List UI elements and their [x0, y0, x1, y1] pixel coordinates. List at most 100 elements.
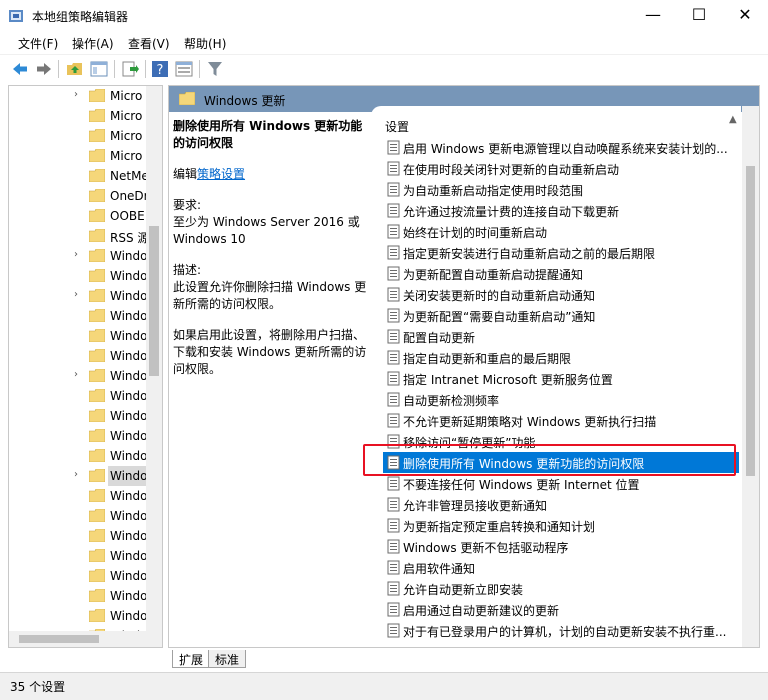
- policy-setting-label: 为更新指定预定重启转换和通知计划: [403, 520, 596, 534]
- up-folder-icon[interactable]: [65, 59, 85, 79]
- settings-scrollbar-thumb[interactable]: [746, 166, 755, 476]
- policy-setting-row[interactable]: 始终在计划的时间重新启动: [383, 221, 739, 242]
- tree-item-label: Windo: [110, 609, 148, 623]
- policy-setting-row[interactable]: 允许非管理员接收更新通知: [383, 494, 739, 515]
- tree-item-label: Micro: [110, 129, 143, 143]
- folder-icon: [89, 169, 105, 182]
- tree-item[interactable]: Windo: [9, 426, 149, 446]
- back-icon[interactable]: [10, 59, 30, 79]
- forward-icon[interactable]: [34, 59, 54, 79]
- tree-item[interactable]: Windo: [9, 406, 149, 426]
- policy-setting-row[interactable]: 为自动重新启动指定使用时段范围: [383, 179, 739, 200]
- tab-standard[interactable]: 标准: [208, 650, 247, 668]
- tree-pane[interactable]: › Micro Micro Micro Micro NetMe OneDr OOBE RSS 源…: [8, 85, 163, 648]
- menu-action[interactable]: 操作(A): [72, 35, 114, 52]
- expand-arrow-icon[interactable]: ›: [74, 369, 78, 380]
- toolbar-separator: [58, 60, 59, 78]
- folder-icon: [89, 129, 105, 142]
- tree-item[interactable]: Windo: [9, 446, 149, 466]
- tree-item[interactable]: Windo: [9, 526, 149, 546]
- policy-settings-link[interactable]: 策略设置: [197, 167, 245, 181]
- tree-item[interactable]: NetMe: [9, 166, 149, 186]
- tree-item[interactable]: Windo: [9, 346, 149, 366]
- filter-icon[interactable]: [205, 59, 225, 79]
- expand-arrow-icon[interactable]: ›: [74, 89, 78, 100]
- policy-setting-label: 为自动重新启动指定使用时段范围: [403, 184, 584, 198]
- tree-item[interactable]: Windo: [9, 386, 149, 406]
- details-pane: Windows 更新 删除使用所有 Windows 更新功能的访问权限 编辑策略…: [168, 85, 760, 648]
- policy-setting-row[interactable]: 指定自动更新和重启的最后期限: [383, 347, 739, 368]
- policy-setting-label: 关闭安装更新时的自动重新启动通知: [403, 289, 596, 303]
- tree-item[interactable]: Windo: [9, 326, 149, 346]
- policy-setting-row[interactable]: 为更新指定预定重启转换和通知计划: [383, 515, 739, 536]
- tree-item[interactable]: Micro: [9, 106, 149, 126]
- policy-setting-row[interactable]: 指定 Intranet Microsoft 更新服务位置: [383, 368, 739, 389]
- tree-item-label: Windo: [110, 289, 148, 303]
- tree-item[interactable]: Windo: [9, 486, 149, 506]
- policy-setting-row[interactable]: 启用通过自动更新建议的更新: [383, 599, 739, 620]
- tree-item[interactable]: › Windo: [9, 366, 149, 386]
- tree-item-label: Windo: [110, 449, 148, 463]
- tree-horizontal-scrollbar-thumb[interactable]: [19, 635, 99, 643]
- expand-arrow-icon[interactable]: ›: [74, 249, 78, 260]
- policy-setting-row[interactable]: Windows 更新不包括驱动程序: [383, 536, 739, 557]
- tab-extended[interactable]: 扩展: [172, 650, 211, 668]
- tree-horizontal-scrollbar[interactable]: [9, 631, 146, 647]
- policy-setting-row[interactable]: 为更新配置自动重新启动提醒通知: [383, 263, 739, 284]
- menu-view[interactable]: 查看(V): [128, 35, 170, 52]
- policy-setting-row[interactable]: 为更新配置“需要自动重新启动”通知: [383, 305, 739, 326]
- help-icon[interactable]: ?: [150, 59, 170, 79]
- show-hide-tree-icon[interactable]: [89, 59, 109, 79]
- policy-setting-row[interactable]: 不允许更新延期策略对 Windows 更新执行扫描: [383, 410, 739, 431]
- tree-item[interactable]: Windo: [9, 266, 149, 286]
- tree-item[interactable]: Windo: [9, 306, 149, 326]
- tree-item[interactable]: › Windo: [9, 466, 150, 486]
- policy-setting-icon: [387, 371, 400, 386]
- policy-setting-row[interactable]: 配置自动更新: [383, 326, 739, 347]
- tree-item-label: Micro: [110, 109, 143, 123]
- policy-setting-row[interactable]: 对于有已登录用户的计算机，计划的自动更新安装不执行重...: [383, 620, 739, 641]
- menu-file[interactable]: 文件(F): [18, 35, 58, 52]
- tree-item[interactable]: OneDr: [9, 186, 149, 206]
- tree-item[interactable]: OOBE: [9, 206, 149, 226]
- policy-setting-row[interactable]: 不要连接任何 Windows 更新 Internet 位置: [383, 473, 739, 494]
- tree-vertical-scrollbar[interactable]: [146, 86, 162, 647]
- tree-item[interactable]: Windo: [9, 586, 149, 606]
- toolbar-separator: [145, 60, 146, 78]
- expand-arrow-icon[interactable]: ›: [74, 469, 78, 480]
- tree-item[interactable]: Windo: [9, 506, 149, 526]
- settings-list[interactable]: 设置 ▲ 启用 Windows 更新电源管理以自动唤醒系统来安装计划的... 在使…: [371, 106, 741, 647]
- folder-icon: [89, 509, 105, 522]
- tree-item[interactable]: Micro: [9, 126, 149, 146]
- tree-vertical-scrollbar-thumb[interactable]: [149, 226, 159, 376]
- tree-item[interactable]: › Windo: [9, 246, 149, 266]
- close-button[interactable]: ✕: [722, 0, 768, 32]
- tree-item-label: Windo: [110, 269, 148, 283]
- tree-item[interactable]: RSS 源: [9, 226, 149, 246]
- policy-setting-row[interactable]: 允许自动更新立即安装: [383, 578, 739, 599]
- policy-setting-row[interactable]: 允许通过按流量计费的连接自动下载更新: [383, 200, 739, 221]
- tree-item[interactable]: › Windo: [9, 286, 149, 306]
- tree-item[interactable]: › Micro: [9, 86, 149, 106]
- policy-setting-row[interactable]: 自动更新检测频率: [383, 389, 739, 410]
- policy-setting-row[interactable]: 关闭安装更新时的自动重新启动通知: [383, 284, 739, 305]
- expand-arrow-icon[interactable]: ›: [74, 289, 78, 300]
- policy-setting-row[interactable]: 启用软件通知: [383, 557, 739, 578]
- tree-item[interactable]: Windo: [9, 546, 149, 566]
- tree-item[interactable]: Windo: [9, 566, 149, 586]
- policy-setting-row[interactable]: 启用 Windows 更新电源管理以自动唤醒系统来安装计划的...: [383, 137, 739, 158]
- settings-scrollbar[interactable]: [742, 106, 759, 647]
- export-list-icon[interactable]: [120, 59, 140, 79]
- tree-item[interactable]: Micro: [9, 146, 149, 166]
- title-bar: 本地组策略编辑器 — ☐ ✕: [0, 0, 768, 32]
- policy-setting-row[interactable]: 在使用时段关闭针对更新的自动重新启动: [383, 158, 739, 179]
- tree-item-label: Windo: [110, 329, 148, 343]
- column-header-setting[interactable]: 设置: [385, 118, 409, 135]
- menu-help[interactable]: 帮助(H): [184, 35, 226, 52]
- maximize-button[interactable]: ☐: [676, 0, 722, 32]
- tree-item[interactable]: Windo: [9, 606, 149, 626]
- minimize-button[interactable]: —: [630, 0, 676, 32]
- folder-icon: [89, 289, 105, 302]
- properties-icon[interactable]: [174, 59, 194, 79]
- policy-setting-row[interactable]: 指定更新安装进行自动重新启动之前的最后期限: [383, 242, 739, 263]
